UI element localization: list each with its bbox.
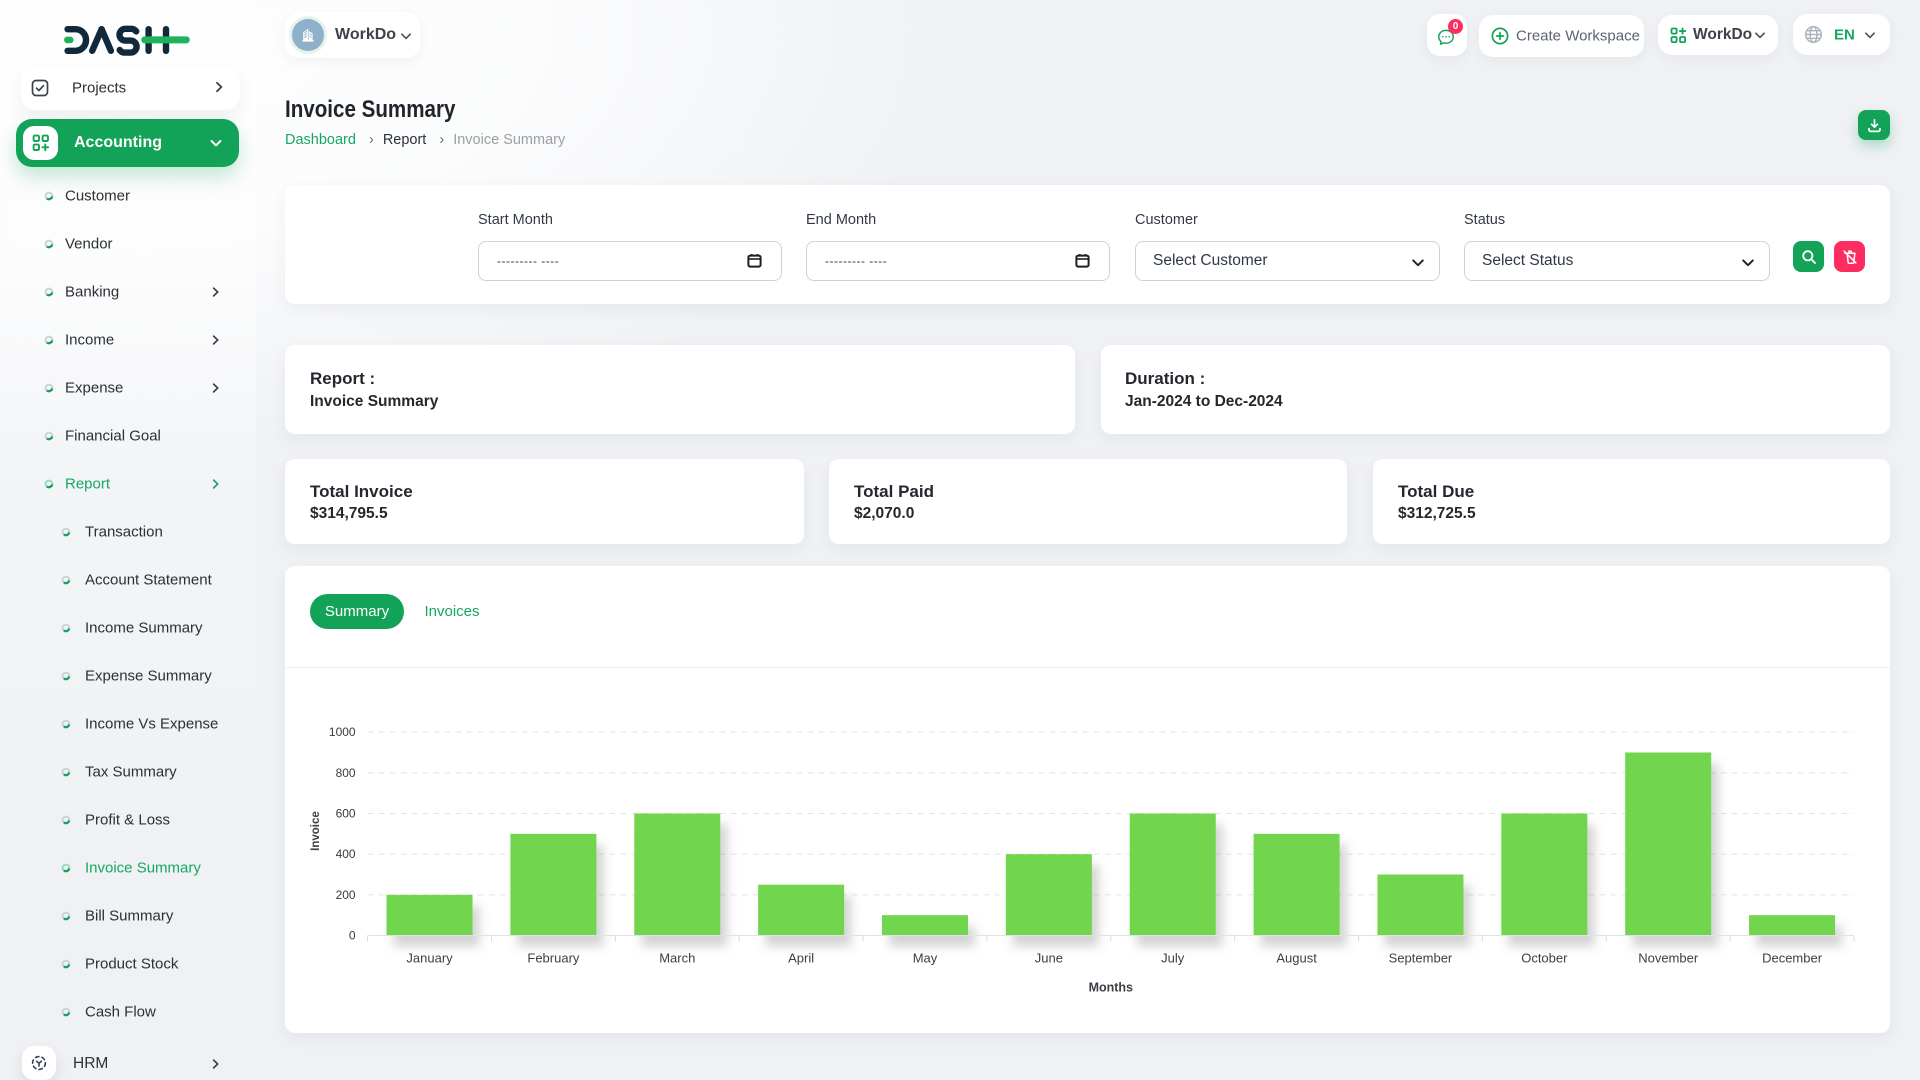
svg-text:November: November [1638, 951, 1699, 966]
svg-text:Months: Months [1089, 981, 1133, 995]
svg-text:800: 800 [336, 766, 356, 780]
svg-text:October: October [1521, 951, 1568, 966]
svg-text:May: May [913, 951, 938, 966]
svg-text:600: 600 [336, 806, 356, 820]
svg-text:200: 200 [336, 888, 356, 902]
svg-text:June: June [1035, 951, 1063, 966]
svg-text:Invoice: Invoice [310, 811, 322, 851]
svg-text:400: 400 [336, 847, 356, 861]
svg-text:0: 0 [349, 929, 356, 943]
svg-text:March: March [659, 951, 695, 966]
svg-text:January: January [406, 951, 453, 966]
svg-text:February: February [527, 951, 580, 966]
svg-text:December: December [1762, 951, 1823, 966]
svg-text:July: July [1161, 951, 1185, 966]
svg-text:1000: 1000 [329, 725, 356, 739]
svg-text:September: September [1389, 951, 1453, 966]
svg-text:April: April [788, 951, 814, 966]
svg-text:August: August [1276, 951, 1317, 966]
